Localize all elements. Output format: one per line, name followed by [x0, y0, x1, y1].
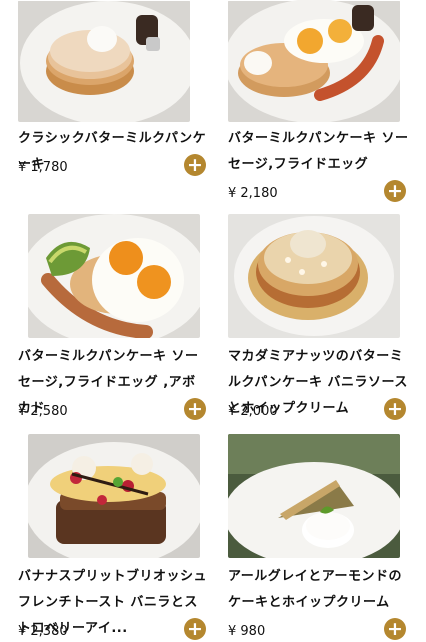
add-to-cart-button[interactable]: + [184, 398, 206, 420]
french-toast-photo[interactable] [28, 434, 200, 558]
item-price: ¥ 2,000 [228, 404, 278, 419]
item-price: ¥ 1,780 [18, 160, 68, 175]
add-to-cart-button[interactable]: + [184, 618, 206, 640]
plus-icon: + [187, 153, 203, 176]
add-to-cart-button[interactable]: + [384, 618, 406, 640]
item-price: ¥ 980 [228, 624, 266, 639]
earl-grey-cake-image [228, 434, 400, 558]
pancake-photo[interactable] [18, 0, 190, 122]
pancake-image [18, 1, 190, 122]
plus-icon: + [387, 179, 403, 202]
item-price: ¥ 2,380 [18, 624, 68, 639]
cake-photo[interactable] [228, 434, 400, 558]
pancake-photo[interactable] [228, 0, 400, 122]
item-price: ¥ 2,580 [18, 404, 68, 419]
french-toast-image [28, 434, 200, 558]
add-to-cart-button[interactable]: + [184, 154, 206, 176]
plus-icon: + [187, 617, 203, 640]
plus-icon: + [387, 617, 403, 640]
pancake-sausage-egg-image [228, 0, 400, 122]
add-to-cart-button[interactable]: + [384, 180, 406, 202]
add-to-cart-button[interactable]: + [384, 398, 406, 420]
item-name: アールグレイとアーモンドのケーキとホイップクリーム [228, 569, 402, 610]
plus-icon: + [387, 397, 403, 420]
item-name: バターミルクパンケーキ ソーセージ,フライドエッグ [228, 131, 409, 172]
pancake-photo[interactable] [228, 214, 400, 338]
item-price: ¥ 2,180 [228, 186, 278, 201]
pancake-avocado-egg-image [28, 214, 200, 338]
macadamia-pancake-image [228, 214, 400, 338]
plus-icon: + [187, 397, 203, 420]
pancake-photo[interactable] [28, 214, 200, 338]
